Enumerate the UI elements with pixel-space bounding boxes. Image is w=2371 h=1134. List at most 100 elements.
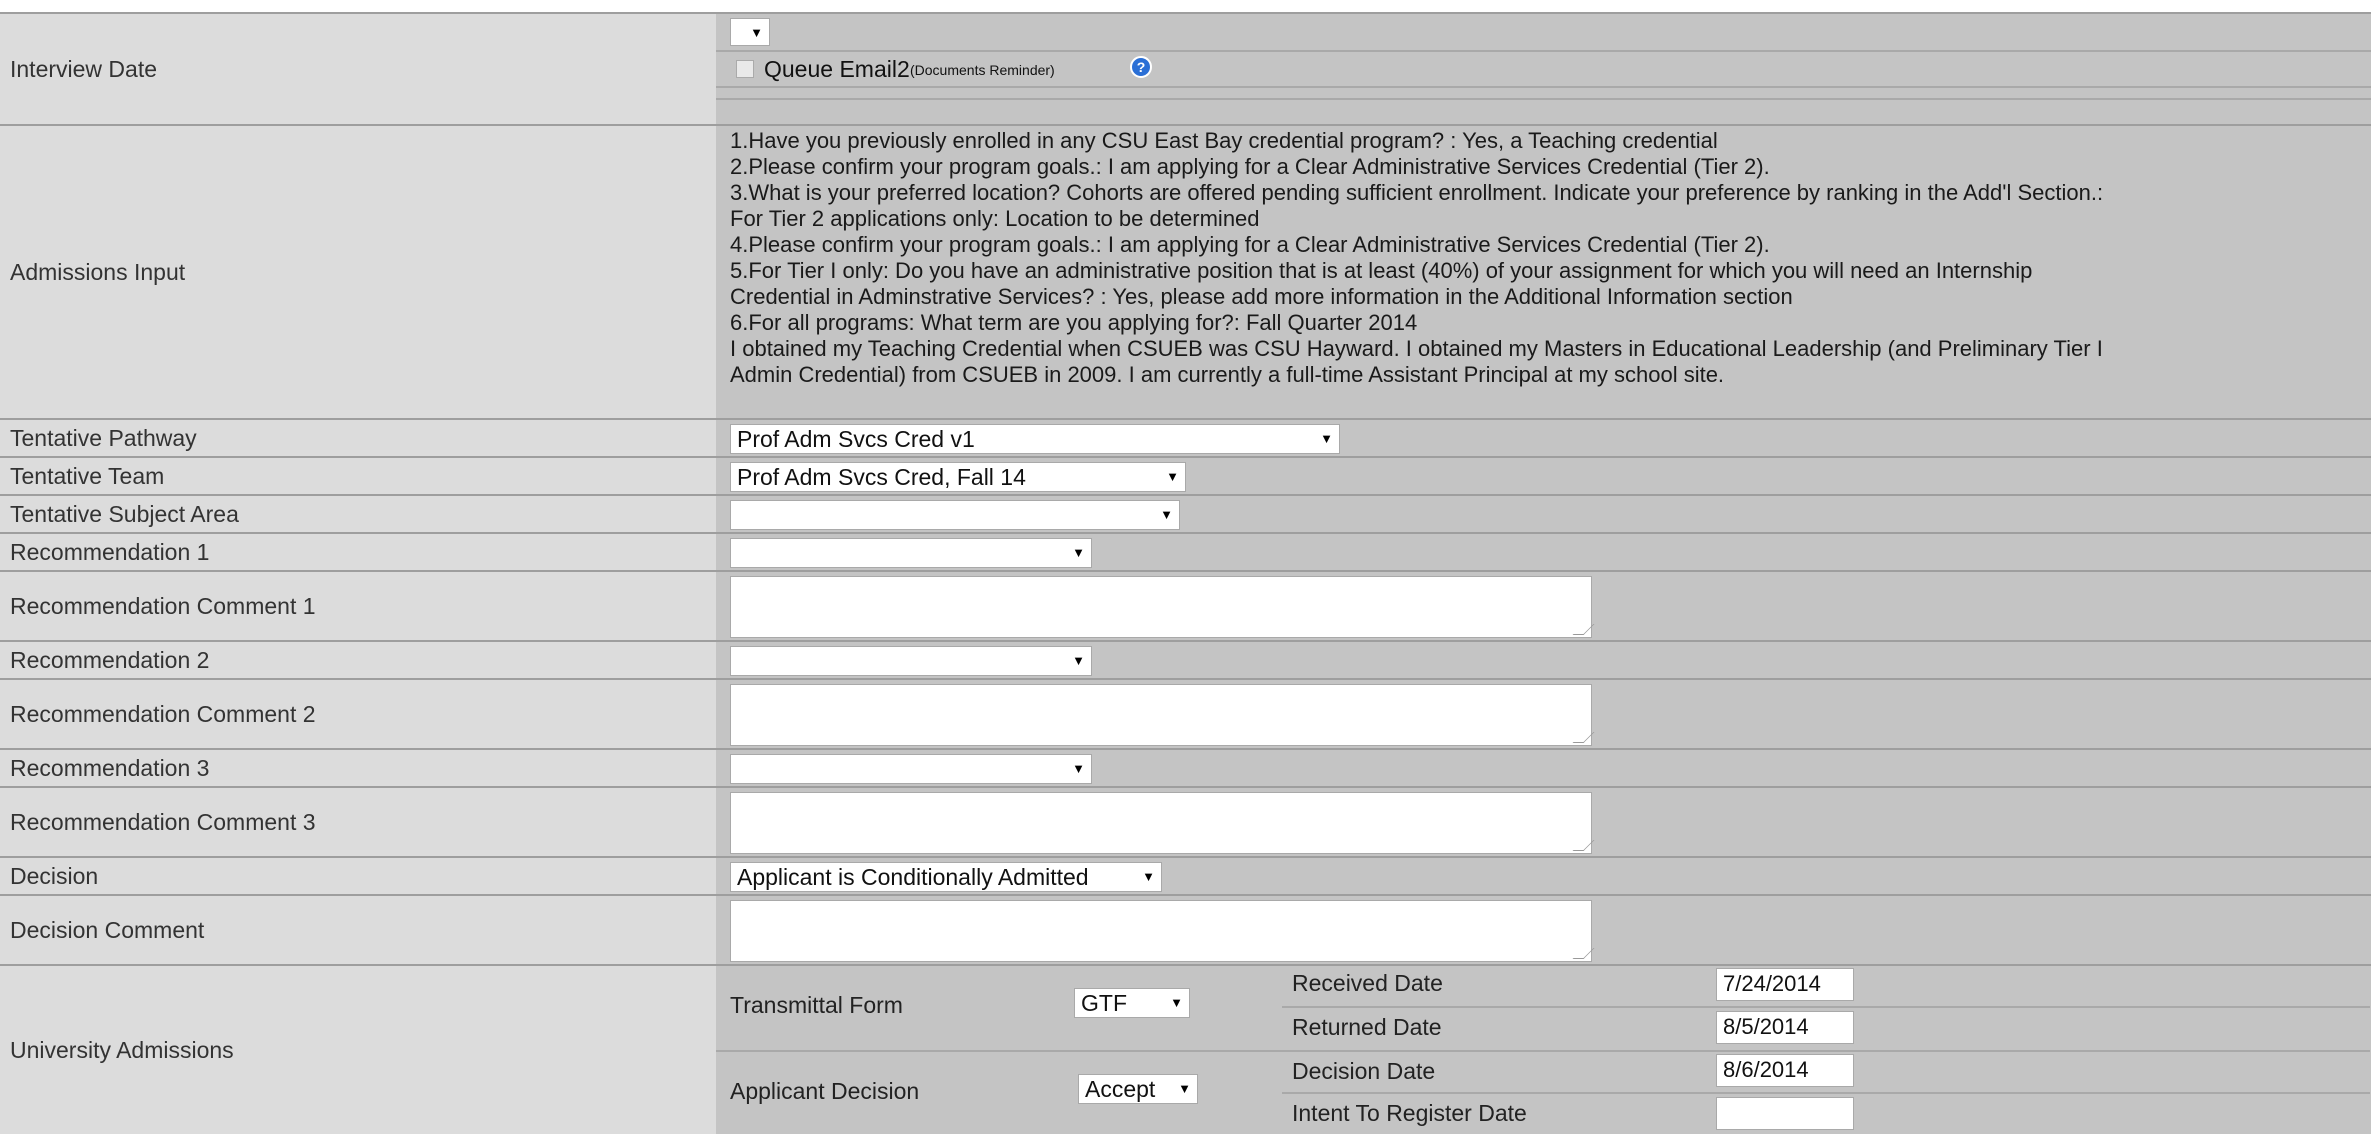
row-decision-comment: Decision Comment xyxy=(0,894,2371,964)
application-review-form: Interview Date ▼ Queue Email2 (Documents… xyxy=(0,0,2371,1134)
chevron-down-icon: ▼ xyxy=(1178,1081,1191,1096)
admissions-answer-line: 4.Please confirm your program goals.: I … xyxy=(730,232,1770,257)
chevron-down-icon: ▼ xyxy=(1072,653,1085,668)
transmittal-form-select[interactable]: GTF ▼ xyxy=(1074,988,1190,1018)
row-recommendation-1: Recommendation 1 ▼ xyxy=(0,532,2371,570)
row-tentative-pathway: Tentative Pathway Prof Adm Svcs Cred v1 … xyxy=(0,418,2371,456)
intent-to-register-date-label: Intent To Register Date xyxy=(1292,1100,1527,1126)
tentative-team-label: Tentative Team xyxy=(0,458,716,494)
row-recommendation-comment-3: Recommendation Comment 3 xyxy=(0,786,2371,856)
received-date-input[interactable]: 7/24/2014 xyxy=(1716,968,1854,1001)
row-decision: Decision Applicant is Conditionally Admi… xyxy=(0,856,2371,894)
recommendation-2-select[interactable]: ▼ xyxy=(730,646,1092,676)
chevron-down-icon: ▼ xyxy=(1142,869,1155,884)
divider xyxy=(716,86,2371,88)
interview-date-select[interactable]: ▼ xyxy=(730,18,770,46)
divider xyxy=(716,1050,2370,1052)
recommendation-1-label: Recommendation 1 xyxy=(0,534,716,570)
received-date-label: Received Date xyxy=(1292,970,1443,996)
chevron-down-icon: ▼ xyxy=(1320,431,1333,446)
tentative-pathway-value-cell: Prof Adm Svcs Cred v1 ▼ xyxy=(716,420,2371,456)
chevron-down-icon: ▼ xyxy=(1072,545,1085,560)
tentative-subject-area-select[interactable]: ▼ xyxy=(730,500,1180,530)
transmittal-form-label: Transmittal Form xyxy=(730,992,903,1018)
resize-grip-icon[interactable] xyxy=(1572,732,1595,743)
intent-to-register-date-input[interactable] xyxy=(1716,1097,1854,1130)
admissions-answer-line: 3.What is your preferred location? Cohor… xyxy=(730,180,2104,205)
chevron-down-icon: ▼ xyxy=(1170,995,1183,1010)
chevron-down-icon: ▼ xyxy=(1160,507,1173,522)
recommendation-comment-1-value-cell xyxy=(716,572,2371,640)
queue-email-label: Queue Email2 xyxy=(764,56,910,82)
admissions-answer-line: 2.Please confirm your program goals.: I … xyxy=(730,154,1770,179)
university-admissions-label: University Admissions xyxy=(0,966,716,1134)
tentative-subject-area-value-cell: ▼ xyxy=(716,496,2371,532)
queue-email-note: (Documents Reminder) xyxy=(910,62,1055,78)
tentative-pathway-value: Prof Adm Svcs Cred v1 xyxy=(737,426,975,452)
resize-grip-icon[interactable] xyxy=(1572,624,1595,635)
decision-date-label: Decision Date xyxy=(1292,1058,1436,1084)
queue-email-checkbox[interactable] xyxy=(736,60,754,78)
recommendation-comment-2-textarea[interactable] xyxy=(730,684,1595,746)
tentative-team-value-cell: Prof Adm Svcs Cred, Fall 14 ▼ xyxy=(716,458,2371,494)
row-recommendation-comment-1: Recommendation Comment 1 xyxy=(0,570,2371,640)
resize-grip-icon[interactable] xyxy=(1572,840,1595,851)
admissions-answer-line: Admin Credential) from CSUEB in 2009. I … xyxy=(730,362,1725,387)
returned-date-label: Returned Date xyxy=(1292,1014,1442,1040)
tentative-pathway-label: Tentative Pathway xyxy=(0,420,716,456)
row-recommendation-comment-2: Recommendation Comment 2 xyxy=(0,678,2371,748)
admissions-answer-line: 6.For all programs: What term are you ap… xyxy=(730,310,1418,335)
tentative-subject-area-label: Tentative Subject Area xyxy=(0,496,716,532)
admissions-input-value-cell: 1.Have you previously enrolled in any CS… xyxy=(716,126,2371,418)
row-recommendation-2: Recommendation 2 ▼ xyxy=(0,640,2371,678)
chevron-down-icon: ▼ xyxy=(1072,761,1085,776)
row-university-admissions: University Admissions Transmittal Form G… xyxy=(0,964,2371,1134)
divider xyxy=(716,50,2371,52)
admissions-answer-line: For Tier 2 applications only: Location t… xyxy=(730,206,1260,231)
admissions-answer-line: 5.For Tier I only: Do you have an admini… xyxy=(730,258,2033,283)
decision-value: Applicant is Conditionally Admitted xyxy=(737,864,1089,890)
divider xyxy=(1282,1006,2370,1008)
decision-comment-label: Decision Comment xyxy=(0,896,716,964)
row-interview-date: Interview Date ▼ Queue Email2 (Documents… xyxy=(0,12,2371,124)
svg-text:?: ? xyxy=(1137,59,1146,75)
decision-comment-textarea[interactable] xyxy=(730,900,1595,962)
chevron-down-icon: ▼ xyxy=(750,25,763,40)
tentative-pathway-select[interactable]: Prof Adm Svcs Cred v1 ▼ xyxy=(730,424,1340,454)
received-date-value: 7/24/2014 xyxy=(1723,971,1821,996)
recommendation-3-select[interactable]: ▼ xyxy=(730,754,1092,784)
row-tentative-team: Tentative Team Prof Adm Svcs Cred, Fall … xyxy=(0,456,2371,494)
interview-date-value-cell: ▼ Queue Email2 (Documents Reminder) ? xyxy=(716,14,2371,124)
recommendation-comment-2-label: Recommendation Comment 2 xyxy=(0,680,716,748)
recommendation-comment-1-textarea[interactable] xyxy=(730,576,1595,638)
decision-label: Decision xyxy=(0,858,716,894)
admissions-answer-line: I obtained my Teaching Credential when C… xyxy=(730,336,2103,361)
admissions-answer-line: Credential in Adminstrative Services? : … xyxy=(730,284,1793,309)
returned-date-input[interactable]: 8/5/2014 xyxy=(1716,1011,1854,1044)
recommendation-comment-3-textarea[interactable] xyxy=(730,792,1595,854)
recommendation-1-select[interactable]: ▼ xyxy=(730,538,1092,568)
decision-value-cell: Applicant is Conditionally Admitted ▼ xyxy=(716,858,2371,894)
decision-select[interactable]: Applicant is Conditionally Admitted ▼ xyxy=(730,862,1162,892)
recommendation-1-value-cell: ▼ xyxy=(716,534,2371,570)
chevron-down-icon: ▼ xyxy=(1166,469,1179,484)
admissions-input-label: Admissions Input xyxy=(0,126,716,418)
recommendation-comment-3-value-cell xyxy=(716,788,2371,856)
divider xyxy=(716,98,2371,100)
resize-grip-icon[interactable] xyxy=(1572,948,1595,959)
tentative-team-select[interactable]: Prof Adm Svcs Cred, Fall 14 ▼ xyxy=(730,462,1186,492)
recommendation-2-value-cell: ▼ xyxy=(716,642,2371,678)
recommendation-comment-1-label: Recommendation Comment 1 xyxy=(0,572,716,640)
applicant-decision-value: Accept xyxy=(1085,1076,1156,1102)
applicant-decision-label: Applicant Decision xyxy=(730,1078,920,1104)
recommendation-3-label: Recommendation 3 xyxy=(0,750,716,786)
recommendation-comment-3-label: Recommendation Comment 3 xyxy=(0,788,716,856)
tentative-team-value: Prof Adm Svcs Cred, Fall 14 xyxy=(737,464,1026,490)
recommendation-comment-2-value-cell xyxy=(716,680,2371,748)
decision-date-input[interactable]: 8/6/2014 xyxy=(1716,1054,1854,1087)
interview-date-label: Interview Date xyxy=(0,14,716,124)
applicant-decision-select[interactable]: Accept ▼ xyxy=(1078,1074,1198,1104)
help-circle-icon[interactable]: ? xyxy=(1130,56,1152,78)
decision-comment-value-cell xyxy=(716,896,2371,964)
transmittal-form-value: GTF xyxy=(1081,990,1127,1016)
